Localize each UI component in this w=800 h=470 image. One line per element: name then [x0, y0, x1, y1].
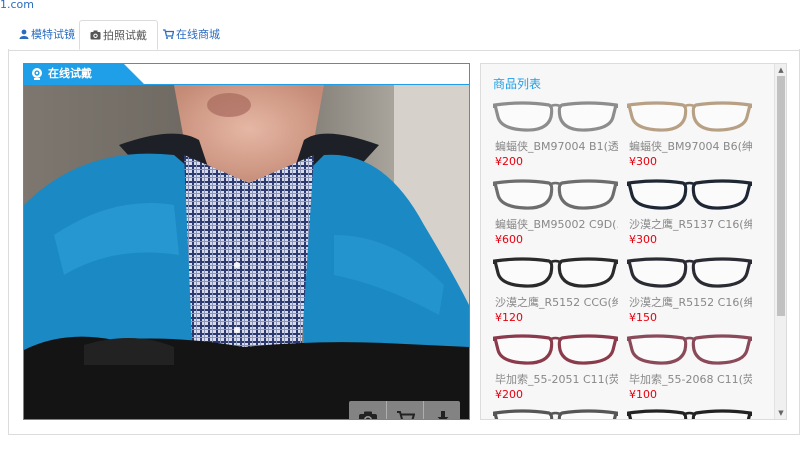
product-item[interactable]: 蝙蝠侠_BM95002 C9D(... ¥600	[493, 175, 618, 246]
tab-model-try[interactable]: 模特试镜	[19, 20, 75, 49]
product-price: ¥150	[629, 311, 657, 324]
user-icon	[19, 29, 29, 39]
product-price: ¥300	[629, 233, 657, 246]
product-item[interactable]: 沙漠之鹰_R5152 CCG(绅... ¥120	[493, 253, 618, 324]
product-item[interactable]: 毕加索_55-2068 C11(荧... ¥100	[627, 330, 752, 401]
tryon-title-tab: 在线试戴	[24, 64, 144, 84]
camera-icon	[358, 411, 377, 419]
glasses-image	[493, 334, 618, 365]
add-to-cart-button[interactable]	[386, 401, 424, 419]
product-price: ¥200	[495, 155, 523, 168]
camera-view	[24, 85, 469, 419]
glasses-image	[627, 409, 752, 419]
product-name: 蝙蝠侠_BM95002 C9D(...	[495, 218, 618, 231]
product-name: 毕加索_55-2068 C11(荧...	[629, 373, 752, 386]
tryon-title: 在线试戴	[48, 67, 92, 80]
product-name: 蝙蝠侠_BM97004 B1(透...	[495, 140, 618, 153]
product-price: ¥600	[495, 233, 523, 246]
tab-online-store[interactable]: 在线商城	[163, 20, 220, 49]
download-icon	[437, 411, 448, 419]
glasses-image	[493, 101, 618, 132]
scroll-up-arrow[interactable]: ▲	[777, 65, 785, 75]
download-button[interactable]	[423, 401, 461, 419]
cart-icon	[163, 29, 175, 39]
scroll-down-arrow[interactable]: ▼	[777, 408, 785, 418]
product-name: 沙漠之鹰_R5137 C16(绅...	[629, 218, 752, 231]
scroll-thumb[interactable]	[777, 76, 785, 316]
product-name: 沙漠之鹰_R5152 C16(绅...	[629, 296, 752, 309]
product-price: ¥200	[495, 388, 523, 401]
product-name: 沙漠之鹰_R5152 CCG(绅...	[495, 296, 618, 309]
glasses-image	[627, 101, 752, 132]
glasses-image	[493, 409, 618, 419]
glasses-image	[627, 334, 752, 365]
scrollbar[interactable]: ▲ ▼	[774, 64, 786, 419]
take-photo-button[interactable]	[349, 401, 386, 419]
product-price: ¥300	[629, 155, 657, 168]
glasses-image	[627, 257, 752, 288]
camera-icon	[90, 30, 101, 40]
site-link[interactable]: 1.com	[0, 0, 34, 11]
glasses-image	[627, 179, 752, 210]
product-item[interactable]: 沙漠之鹰_R5137 C16(绅... ¥300	[627, 175, 752, 246]
product-item[interactable]: 毕加索_55-2051 C11(荧... ¥200	[493, 330, 618, 401]
tab-label: 模特试镜	[31, 28, 75, 41]
product-list-panel: 商品列表 蝙蝠侠_BM97004 B1(透... ¥200 蝙蝠侠_BM97004 …	[480, 63, 787, 420]
tab-photo-try[interactable]: 拍照试戴	[79, 20, 158, 50]
product-price: ¥120	[495, 311, 523, 324]
tab-bar: 模特试镜 拍照试戴 在线商城	[8, 20, 800, 51]
product-item[interactable]	[493, 405, 618, 419]
tryon-header: 在线试戴	[24, 64, 469, 85]
webcam-feed-image	[24, 85, 469, 419]
cart-icon	[396, 411, 415, 419]
tab-label: 在线商城	[176, 28, 220, 41]
product-item[interactable]: 蝙蝠侠_BM97004 B6(绅... ¥300	[627, 97, 752, 168]
product-item[interactable]	[627, 405, 752, 419]
webcam-icon	[32, 68, 42, 80]
glasses-image	[493, 179, 618, 210]
product-name: 蝙蝠侠_BM97004 B6(绅...	[629, 140, 752, 153]
product-item[interactable]: 沙漠之鹰_R5152 C16(绅... ¥150	[627, 253, 752, 324]
tab-label: 拍照试戴	[103, 29, 147, 42]
tryon-panel: 在线试戴	[23, 63, 470, 420]
product-name: 毕加索_55-2051 C11(荧...	[495, 373, 618, 386]
product-item[interactable]: 蝙蝠侠_BM97004 B1(透... ¥200	[493, 97, 618, 168]
product-price: ¥100	[629, 388, 657, 401]
product-grid: 蝙蝠侠_BM97004 B1(透... ¥200 蝙蝠侠_BM97004 B6(绅.…	[481, 64, 771, 419]
glasses-image	[493, 257, 618, 288]
capture-toolbar	[349, 401, 460, 419]
